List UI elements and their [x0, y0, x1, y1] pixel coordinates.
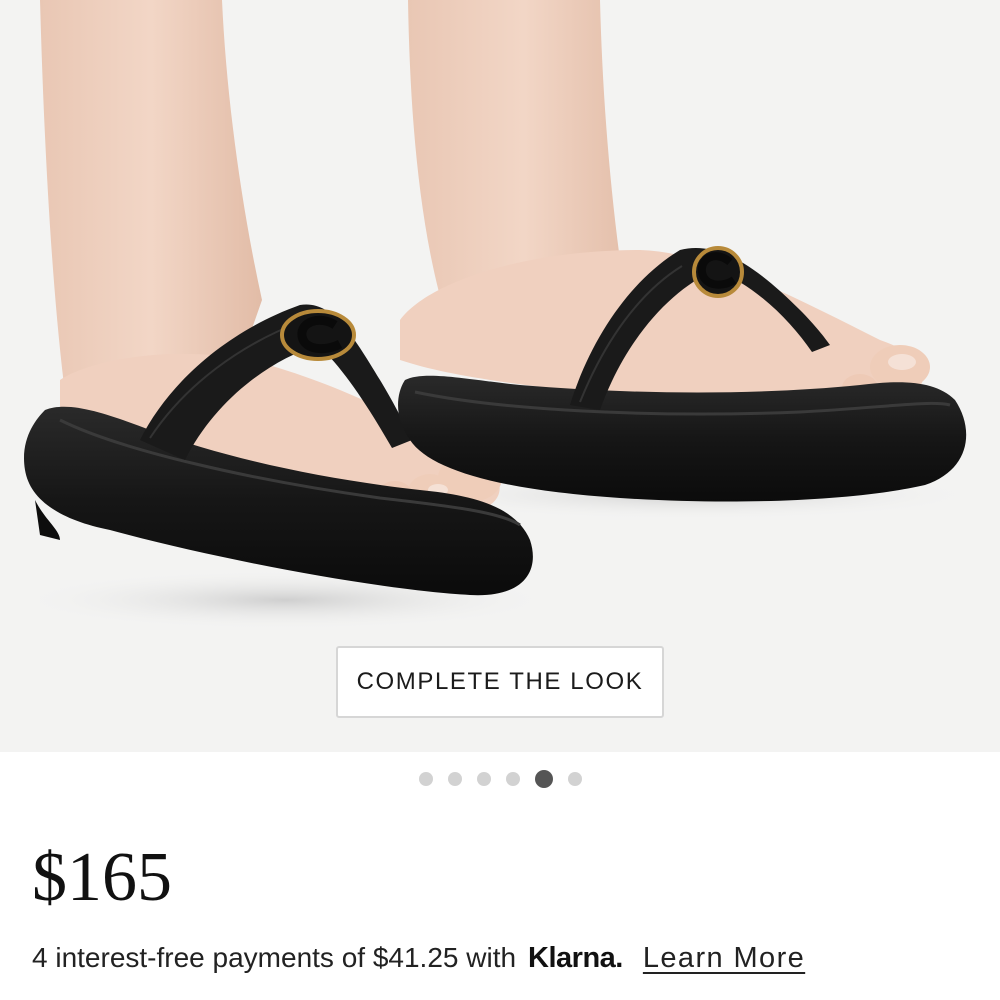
product-page: COMPLETE THE LOOK $165 4 interest-free p…	[0, 0, 1000, 1000]
carousel-dot-1[interactable]	[418, 772, 433, 786]
klarna-logo: Klarna.	[528, 941, 623, 974]
carousel-dot-6[interactable]	[567, 772, 582, 786]
carousel-dot-4[interactable]	[505, 772, 520, 786]
complete-the-look-button[interactable]: COMPLETE THE LOOK	[336, 646, 664, 718]
learn-more-link[interactable]: Learn More	[643, 942, 805, 975]
klarna-payment-info: 4 interest-free payments of $41.25 with …	[32, 938, 805, 978]
installment-text: 4 interest-free payments of $41.25 with	[32, 942, 517, 973]
sandals-photo-icon	[15, 0, 980, 630]
carousel-dot-2[interactable]	[447, 772, 462, 786]
carousel-dot-3[interactable]	[476, 772, 491, 786]
carousel-pagination	[0, 768, 1000, 790]
product-image[interactable]: COMPLETE THE LOOK	[0, 0, 1000, 752]
product-price: $165	[32, 839, 172, 916]
carousel-dot-5-active[interactable]	[534, 770, 553, 788]
